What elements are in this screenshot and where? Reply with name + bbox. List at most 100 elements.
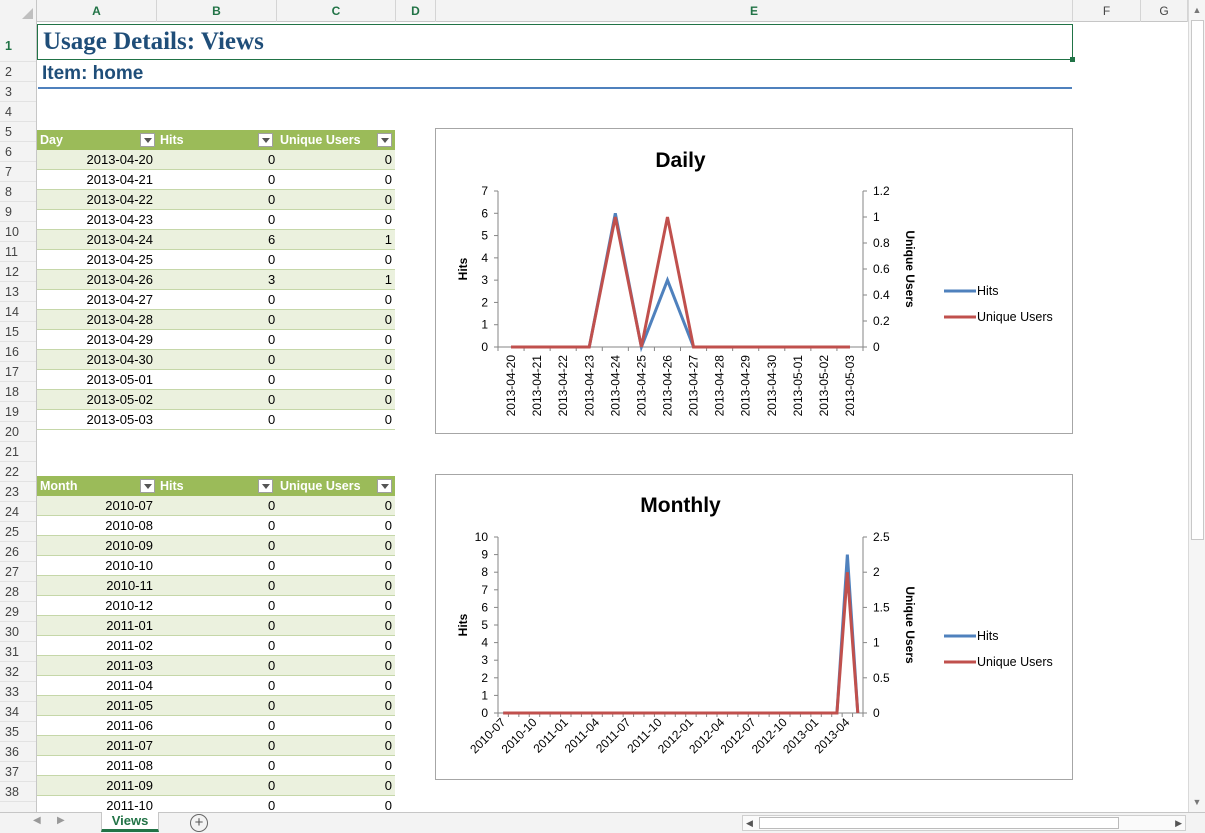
row-header-19[interactable]: 19 (0, 402, 36, 422)
table-cell-unique-users[interactable]: 0 (337, 516, 394, 536)
table-cell-unique-users[interactable]: 0 (337, 776, 394, 796)
table-cell-date[interactable]: 2013-04-27 (37, 290, 157, 310)
table-cell-hits[interactable]: 0 (268, 150, 308, 170)
row-header-35[interactable]: 35 (0, 722, 36, 742)
row-header-31[interactable]: 31 (0, 642, 36, 662)
table-cell-date[interactable]: 2011-06 (37, 716, 157, 736)
row-header-28[interactable]: 28 (0, 582, 36, 602)
table-cell-hits[interactable]: 0 (268, 330, 308, 350)
filter-dropdown-unique-users[interactable] (377, 479, 392, 493)
table-cell-date[interactable]: 2013-04-24 (37, 230, 157, 250)
table-cell-hits[interactable]: 6 (268, 230, 308, 250)
horizontal-scroll-thumb[interactable] (759, 817, 1119, 829)
horizontal-scrollbar[interactable]: ◀ ▶ (742, 815, 1186, 831)
filter-dropdown-hits[interactable] (258, 133, 273, 147)
table-cell-date[interactable]: 2011-04 (37, 676, 157, 696)
table-cell-hits[interactable]: 0 (268, 536, 308, 556)
sheet-next-icon[interactable]: ▶ (57, 815, 65, 826)
column-header-f[interactable]: F (1073, 0, 1141, 22)
table-cell-hits[interactable]: 0 (268, 210, 308, 230)
table-cell-date[interactable]: 2010-09 (37, 536, 157, 556)
table-cell-unique-users[interactable]: 0 (337, 716, 394, 736)
column-header-c[interactable]: C (277, 0, 396, 22)
table-cell-hits[interactable]: 0 (268, 556, 308, 576)
scroll-right-icon[interactable]: ▶ (1175, 816, 1182, 830)
table-cell-hits[interactable]: 0 (268, 696, 308, 716)
table-cell-hits[interactable]: 0 (268, 516, 308, 536)
row-header-8[interactable]: 8 (0, 182, 36, 202)
row-header-32[interactable]: 32 (0, 662, 36, 682)
scroll-left-icon[interactable]: ◀ (746, 816, 753, 830)
filter-dropdown-day[interactable] (140, 133, 155, 147)
table-cell-unique-users[interactable]: 0 (337, 576, 394, 596)
table-cell-date[interactable]: 2013-04-26 (37, 270, 157, 290)
table-cell-unique-users[interactable]: 0 (337, 330, 394, 350)
table-cell-unique-users[interactable]: 0 (337, 390, 394, 410)
row-header-23[interactable]: 23 (0, 482, 36, 502)
table-cell-date[interactable]: 2013-05-02 (37, 390, 157, 410)
table-cell-unique-users[interactable]: 0 (337, 696, 394, 716)
vertical-scrollbar[interactable]: ▲ ▼ (1188, 0, 1205, 812)
row-header-25[interactable]: 25 (0, 522, 36, 542)
filter-dropdown-hits[interactable] (258, 479, 273, 493)
table-cell-date[interactable]: 2011-02 (37, 636, 157, 656)
row-header-14[interactable]: 14 (0, 302, 36, 322)
table-cell-unique-users[interactable]: 0 (337, 496, 394, 516)
row-header-13[interactable]: 13 (0, 282, 36, 302)
row-header-29[interactable]: 29 (0, 602, 36, 622)
row-header-33[interactable]: 33 (0, 682, 36, 702)
row-header-10[interactable]: 10 (0, 222, 36, 242)
row-header-11[interactable]: 11 (0, 242, 36, 262)
table-cell-unique-users[interactable]: 0 (337, 556, 394, 576)
table-cell-unique-users[interactable]: 0 (337, 536, 394, 556)
row-header-15[interactable]: 15 (0, 322, 36, 342)
table-cell-hits[interactable]: 3 (268, 270, 308, 290)
table-cell-date[interactable]: 2013-04-20 (37, 150, 157, 170)
fill-handle[interactable] (1070, 57, 1075, 62)
table-cell-hits[interactable]: 0 (268, 310, 308, 330)
row-header-7[interactable]: 7 (0, 162, 36, 182)
row-header-1[interactable]: 1 (0, 24, 36, 62)
row-header-18[interactable]: 18 (0, 382, 36, 402)
table-cell-hits[interactable]: 0 (268, 170, 308, 190)
table-cell-unique-users[interactable]: 0 (337, 596, 394, 616)
table-cell-hits[interactable]: 0 (268, 250, 308, 270)
table-cell-date[interactable]: 2013-04-21 (37, 170, 157, 190)
table-cell-hits[interactable]: 0 (268, 716, 308, 736)
row-header-36[interactable]: 36 (0, 742, 36, 762)
row-header-3[interactable]: 3 (0, 82, 36, 102)
table-cell-unique-users[interactable]: 0 (337, 310, 394, 330)
sheet-tab-views[interactable]: Views (101, 812, 159, 832)
daily-chart[interactable]: Daily 0 1 2 3 4 5 6 7 0 0.2 0.4 0.6 0.8 1 1.2 2013-04-20… (435, 128, 1073, 434)
table-cell-unique-users[interactable]: 0 (337, 756, 394, 776)
table-cell-unique-users[interactable]: 1 (337, 270, 394, 290)
table-cell-unique-users[interactable]: 0 (337, 190, 394, 210)
table-cell-unique-users[interactable]: 0 (337, 350, 394, 370)
table-cell-date[interactable]: 2013-04-22 (37, 190, 157, 210)
table-cell-date[interactable]: 2013-04-28 (37, 310, 157, 330)
row-header-20[interactable]: 20 (0, 422, 36, 442)
row-header-38[interactable]: 38 (0, 782, 36, 802)
table-cell-date[interactable]: 2013-04-25 (37, 250, 157, 270)
table-cell-date[interactable]: 2011-09 (37, 776, 157, 796)
table-cell-hits[interactable]: 0 (268, 676, 308, 696)
row-header-26[interactable]: 26 (0, 542, 36, 562)
table-cell-hits[interactable]: 0 (268, 496, 308, 516)
row-header-17[interactable]: 17 (0, 362, 36, 382)
table-cell-unique-users[interactable]: 0 (337, 210, 394, 230)
row-header-12[interactable]: 12 (0, 262, 36, 282)
column-header-a[interactable]: A (37, 0, 157, 22)
row-header-24[interactable]: 24 (0, 502, 36, 522)
column-header-b[interactable]: B (157, 0, 277, 22)
table-cell-unique-users[interactable]: 0 (337, 410, 394, 430)
table-cell-hits[interactable]: 0 (268, 776, 308, 796)
filter-dropdown-month[interactable] (140, 479, 155, 493)
table-cell-hits[interactable]: 0 (268, 596, 308, 616)
table-cell-hits[interactable]: 0 (268, 370, 308, 390)
row-header-27[interactable]: 27 (0, 562, 36, 582)
table-cell-date[interactable]: 2010-08 (37, 516, 157, 536)
table-cell-hits[interactable]: 0 (268, 736, 308, 756)
row-header-21[interactable]: 21 (0, 442, 36, 462)
table-cell-unique-users[interactable]: 0 (337, 636, 394, 656)
table-cell-unique-users[interactable]: 0 (337, 736, 394, 756)
